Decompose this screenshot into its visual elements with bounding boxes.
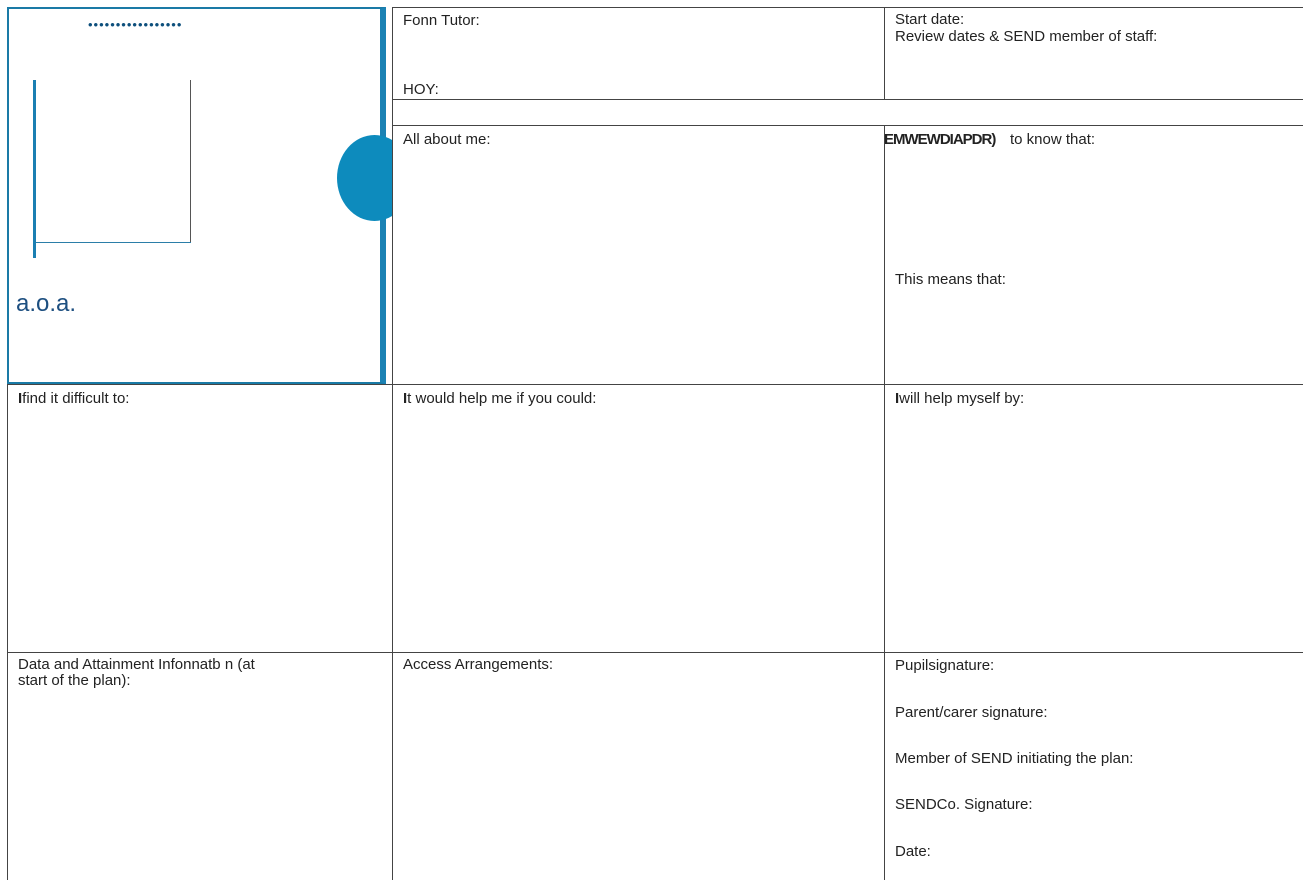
help-me-label: It would help me if you could: (403, 390, 596, 407)
member-send-label: Member of SEND initiating the plan: (895, 750, 1134, 767)
help-myself-label: Iwill help myself by: (895, 390, 1024, 407)
frame-bar-right (190, 80, 191, 243)
need-to-know-label: to know that: (1010, 131, 1096, 148)
find-difficult-label: Ifind it difficult to: (18, 390, 129, 407)
grid-line (884, 125, 885, 880)
start-date-label: Start date: (895, 11, 965, 28)
data-attainment-line2: start of the plan): (18, 672, 131, 689)
grid-line (392, 7, 393, 880)
need-to-know-overlap-text: EMWEWDIAPDR) (884, 131, 996, 148)
hoy-label: HOY: (403, 81, 439, 98)
photo-caption: a.o.a. (16, 290, 77, 317)
all-about-me-label: All about me: (403, 131, 491, 148)
date-label: Date: (895, 843, 931, 860)
grid-line (392, 7, 1303, 8)
help-myself-text: will help myself by: (899, 390, 1025, 407)
help-me-text: t would help me if you could: (407, 390, 597, 407)
review-dates-label: Review dates & SEND member of staff: (895, 28, 1158, 45)
photo-panel (7, 7, 386, 384)
frame-bar-bottom (36, 242, 191, 243)
decorative-dots: ••••••••••••••••• (88, 17, 183, 32)
grid-line (7, 384, 8, 880)
grid-line (392, 99, 1303, 100)
access-arrangements-label: Access Arrangements: (403, 656, 554, 673)
pupil-signature-label: Pupilsignature: (895, 657, 995, 674)
form-tutor-label: Fonn Tutor: (403, 12, 480, 29)
data-attainment-line1: Data and Attainment Infonnatb n (at (18, 656, 255, 673)
frame-bar-left (33, 80, 36, 258)
find-difficult-text: find it difficult to: (22, 390, 130, 407)
sendco-signature-label: SENDCo. Signature: (895, 796, 1033, 813)
grid-line (7, 652, 1303, 653)
grid-line (884, 7, 885, 99)
grid-line (392, 125, 1303, 126)
this-means-label: This means that: (895, 271, 1006, 288)
parent-signature-label: Parent/carer signature: (895, 704, 1048, 721)
grid-line (7, 384, 1303, 385)
